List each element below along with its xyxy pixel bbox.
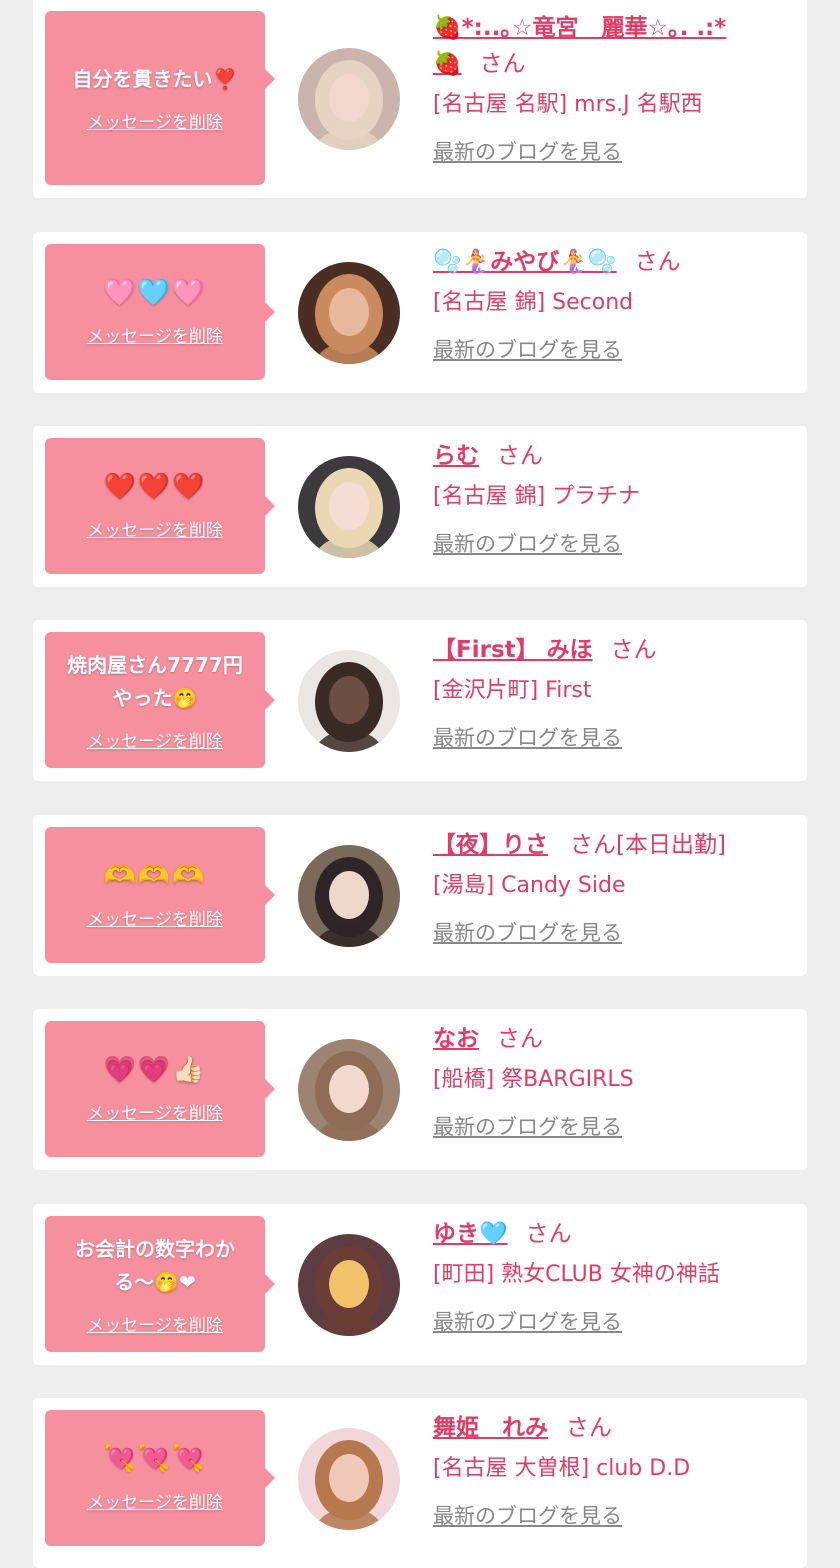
hair-back-photo bbox=[298, 650, 400, 752]
cast-info: 【First】 みほ さん [金沢片町] First 最新のブログを見る bbox=[433, 632, 793, 752]
message-card: 💗💗👍🏻 メッセージを削除 なお さん [船橋] 祭BARGIRLS 最新のブログを見る bbox=[33, 1009, 807, 1170]
cast-name-line: 🫧🧜‍♀️みやび🧜‍♀️🫧 さん bbox=[433, 244, 793, 280]
cast-info: 舞姫 れみ さん [名古屋 大曽根] club D.D 最新のブログを見る bbox=[433, 1410, 793, 1530]
message-text: 🩷🩵🩷 bbox=[103, 278, 207, 308]
cast-info: ゆき🩵 さん [町田] 熟女CLUB 女神の神話最新のブログを見る bbox=[433, 1216, 793, 1336]
girl-photo-6 bbox=[298, 1039, 400, 1141]
delete-message-link[interactable]: メッセージを削除 bbox=[87, 108, 223, 133]
cast-info: なお さん [船橋] 祭BARGIRLS 最新のブログを見る bbox=[433, 1021, 793, 1141]
cast-info: らむ さん [名古屋 錦] プラチナ最新のブログを見る bbox=[433, 438, 793, 558]
avatar[interactable] bbox=[298, 48, 400, 150]
avatar[interactable] bbox=[298, 262, 400, 364]
message-list: 自分を貫きたい❣️ メッセージを削除 🍓*:..｡☆竜宮 麗華☆｡. .:* 🍓 さん… bbox=[0, 0, 840, 1568]
message-bubble: 自分を貫きたい❣️ メッセージを削除 bbox=[45, 11, 275, 185]
message-text: 自分を貫きたい❣️ bbox=[72, 67, 238, 91]
delete-message-link[interactable]: メッセージを削除 bbox=[87, 1488, 223, 1513]
avatar[interactable] bbox=[298, 1039, 400, 1141]
view-blog-link[interactable]: 最新のブログを見る bbox=[433, 1111, 622, 1141]
shop-name: [名古屋 名駅] mrs.J 名駅西 bbox=[433, 92, 703, 117]
message-card: 🩷🩵🩷 メッセージを削除 🫧🧜‍♀️みやび🧜‍♀️🫧 さん [名古屋 錦] Second… bbox=[33, 232, 807, 393]
cast-name-line: ゆき🩵 さん bbox=[433, 1216, 793, 1252]
message-bubble: ❤️❤️❤️ メッセージを削除 bbox=[45, 438, 275, 574]
view-blog-link[interactable]: 最新のブログを見る bbox=[433, 1306, 622, 1336]
delete-message-link[interactable]: メッセージを削除 bbox=[87, 1311, 223, 1336]
cast-name-line: 🍓*:..｡☆竜宮 麗華☆｡. .:* 🍓 さん bbox=[433, 10, 793, 82]
message-text: 焼肉屋さん7777円 やった🤭 bbox=[67, 652, 243, 710]
view-blog-link[interactable]: 最新のブログを見る bbox=[433, 722, 622, 752]
cast-name-line: らむ さん bbox=[433, 438, 793, 474]
message-card: 自分を貫きたい❣️ メッセージを削除 🍓*:..｡☆竜宮 麗華☆｡. .:* 🍓 さん… bbox=[33, 0, 807, 198]
view-blog-link[interactable]: 最新のブログを見る bbox=[433, 136, 622, 166]
shop-name: [名古屋 錦] プラチナ bbox=[433, 484, 641, 509]
cast-info: 🍓*:..｡☆竜宮 麗華☆｡. .:* 🍓 さん [名古屋 名駅] mrs.J 名駅… bbox=[433, 10, 793, 166]
cast-name-link[interactable]: 舞姫 れみ bbox=[433, 1415, 548, 1441]
message-text: ❤️❤️❤️ bbox=[103, 472, 207, 502]
message-card: ❤️❤️❤️ メッセージを削除 らむ さん [名古屋 錦] プラチナ最新のブログを見る bbox=[33, 426, 807, 587]
cast-name-line: 【First】 みほ さん bbox=[433, 632, 793, 668]
girl-photo-7 bbox=[298, 1234, 400, 1336]
avatar[interactable] bbox=[298, 845, 400, 947]
honorific-label: さん bbox=[525, 1221, 572, 1247]
delete-message-link[interactable]: メッセージを削除 bbox=[87, 516, 223, 541]
delete-message-link[interactable]: メッセージを削除 bbox=[87, 905, 223, 930]
avatar[interactable] bbox=[298, 650, 400, 752]
honorific-label: さん[本日出勤] bbox=[570, 832, 726, 858]
shop-name: [船橋] 祭BARGIRLS bbox=[433, 1067, 634, 1092]
view-blog-link[interactable]: 最新のブログを見る bbox=[433, 1500, 622, 1530]
cast-name-link[interactable]: なお bbox=[433, 1026, 479, 1052]
honorific-label: さん bbox=[497, 443, 543, 469]
message-bubble: 🩷🩵🩷 メッセージを削除 bbox=[45, 244, 275, 380]
cast-name-line: 舞姫 れみ さん bbox=[433, 1410, 793, 1446]
cast-info: 🫧🧜‍♀️みやび🧜‍♀️🫧 さん [名古屋 錦] Second 最新のブログを見る bbox=[433, 244, 793, 364]
cast-name-link[interactable]: ゆき🩵 bbox=[433, 1221, 508, 1247]
view-blog-link[interactable]: 最新のブログを見る bbox=[433, 917, 622, 947]
honorific-label: さん bbox=[479, 51, 526, 77]
avatar[interactable] bbox=[298, 1428, 400, 1530]
cast-name-link[interactable]: 【夜】りさ bbox=[433, 832, 548, 858]
message-text: 💗💗👍🏻 bbox=[103, 1055, 207, 1085]
cast-name-line: 【夜】りさ さん[本日出勤] bbox=[433, 827, 793, 863]
cast-name-line: なお さん bbox=[433, 1021, 793, 1057]
cast-info: 【夜】りさ さん[本日出勤] [湯島] Candy Side 最新のブログを見る bbox=[433, 827, 793, 947]
girl-photo-3 bbox=[298, 456, 400, 558]
cast-name-link[interactable]: 🫧🧜‍♀️みやび🧜‍♀️🫧 bbox=[433, 249, 617, 275]
message-bubble: お会計の数字わか る〜🤭❤ メッセージを削除 bbox=[45, 1216, 275, 1352]
delete-message-link[interactable]: メッセージを削除 bbox=[87, 1099, 223, 1124]
message-text: 💘💘💘 bbox=[103, 1444, 207, 1474]
cast-name-link[interactable]: 🍓*:..｡☆竜宮 麗華☆｡. .:* 🍓 bbox=[433, 15, 726, 77]
view-blog-link[interactable]: 最新のブログを見る bbox=[433, 334, 622, 364]
shop-name: [名古屋 錦] Second bbox=[433, 290, 634, 315]
delete-message-link[interactable]: メッセージを削除 bbox=[87, 322, 223, 347]
message-bubble: 💗💗👍🏻 メッセージを削除 bbox=[45, 1021, 275, 1157]
avatar[interactable] bbox=[298, 1234, 400, 1336]
honorific-label: さん bbox=[634, 249, 681, 275]
message-text: 🫶🫶🫶 bbox=[103, 861, 207, 891]
shop-name: [湯島] Candy Side bbox=[433, 873, 626, 898]
message-text: お会計の数字わか る〜🤭❤ bbox=[75, 1236, 235, 1294]
avatar[interactable] bbox=[298, 456, 400, 558]
cast-name-link[interactable]: 【First】 みほ bbox=[433, 637, 593, 663]
girl-photo-2 bbox=[298, 262, 400, 364]
honorific-label: さん bbox=[566, 1415, 612, 1441]
shop-name: [名古屋 大曽根] club D.D bbox=[433, 1456, 691, 1481]
message-bubble: 🫶🫶🫶 メッセージを削除 bbox=[45, 827, 275, 963]
girl-photo-8 bbox=[298, 1428, 400, 1530]
shop-name: [金沢片町] First bbox=[433, 678, 592, 703]
shop-name: [町田] 熟女CLUB 女神の神話 bbox=[433, 1262, 720, 1287]
delete-message-link[interactable]: メッセージを削除 bbox=[87, 727, 223, 752]
message-bubble: 焼肉屋さん7777円 やった🤭 メッセージを削除 bbox=[45, 632, 275, 768]
message-card: お会計の数字わか る〜🤭❤ メッセージを削除 ゆき🩵 さん [町田] 熟女CLUB 女神… bbox=[33, 1204, 807, 1365]
girl-photo-5 bbox=[298, 845, 400, 947]
cast-name-link[interactable]: らむ bbox=[433, 443, 479, 469]
message-card: 焼肉屋さん7777円 やった🤭 メッセージを削除 【First】 みほ さん [金沢片町… bbox=[33, 620, 807, 781]
message-bubble: 💘💘💘 メッセージを削除 bbox=[45, 1410, 275, 1546]
honorific-label: さん bbox=[497, 1026, 543, 1052]
girl-photo-1 bbox=[298, 48, 400, 150]
message-card: 💘💘💘 メッセージを削除 舞姫 れみ さん [名古屋 大曽根] club D.D 最新のブ… bbox=[33, 1398, 807, 1568]
message-card: 🫶🫶🫶 メッセージを削除 【夜】りさ さん[本日出勤] [湯島] Candy Side 最… bbox=[33, 815, 807, 976]
honorific-label: さん bbox=[610, 637, 657, 663]
view-blog-link[interactable]: 最新のブログを見る bbox=[433, 528, 622, 558]
